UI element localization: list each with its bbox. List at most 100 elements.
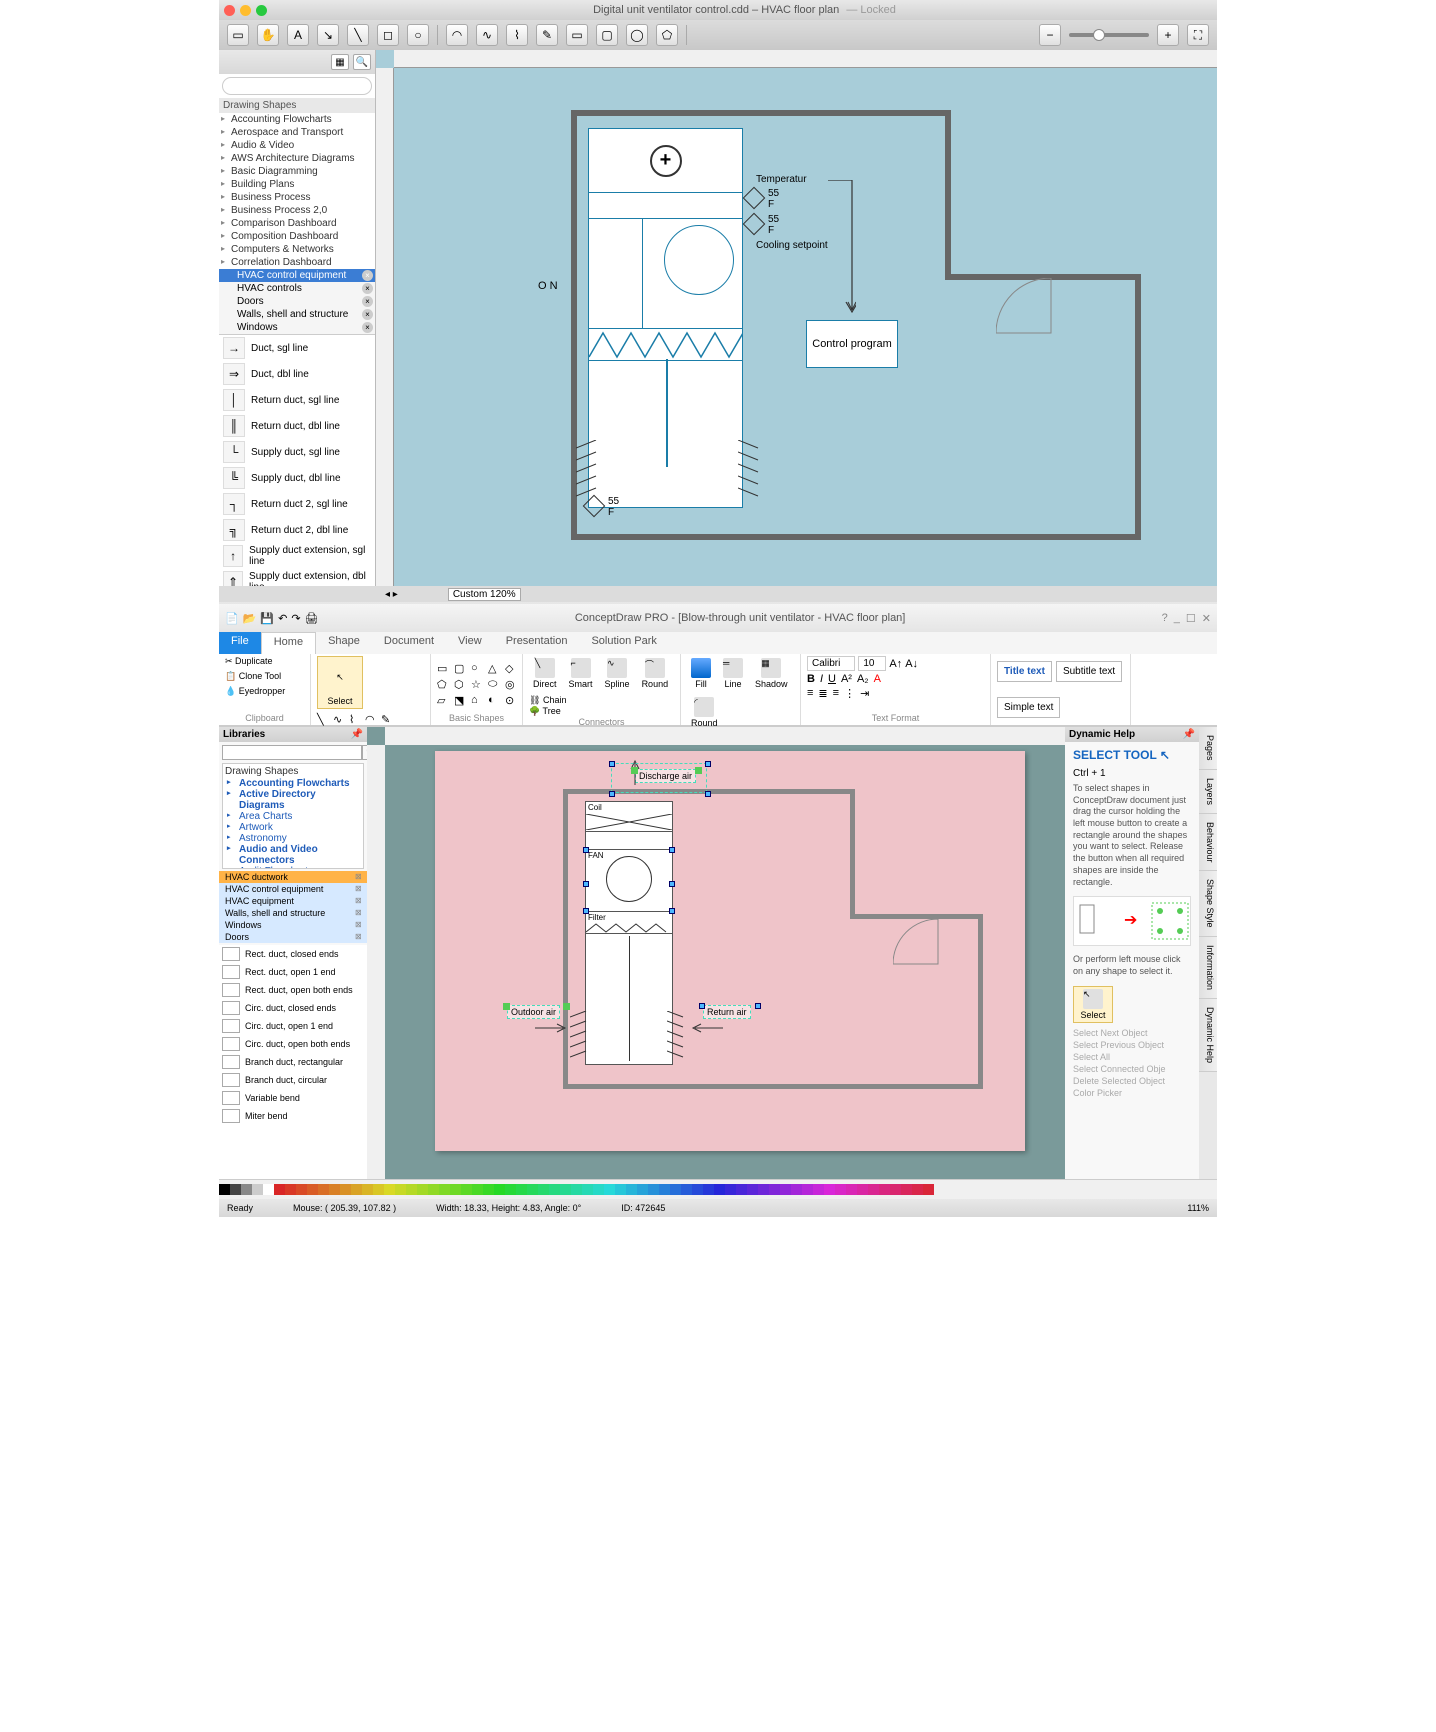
color-swatch[interactable]: [637, 1184, 648, 1195]
shape-item[interactable]: →Duct, sgl line: [219, 335, 375, 361]
maximize-icon[interactable]: ☐: [1186, 612, 1196, 625]
shape-icon[interactable]: ◐: [488, 694, 502, 707]
color-swatch[interactable]: [769, 1184, 780, 1195]
side-tab[interactable]: Dynamic Help: [1199, 999, 1217, 1072]
round-button[interactable]: ◜Round: [687, 695, 722, 730]
shape-item[interactable]: ↑Supply duct extension, sgl line: [219, 543, 375, 569]
shape-tool[interactable]: ◻: [377, 24, 399, 46]
grow-font-icon[interactable]: A↑: [889, 658, 902, 670]
tree-item[interactable]: Accounting Flowcharts: [225, 778, 361, 789]
help-menu-item[interactable]: Select Connected Obje: [1065, 1063, 1199, 1075]
align-center-button[interactable]: ≣: [818, 687, 827, 700]
search-tab[interactable]: 🔍: [353, 54, 371, 70]
color-swatch[interactable]: [439, 1184, 450, 1195]
drawing-canvas[interactable]: Coil FAN Filter: [367, 727, 1065, 1179]
open-icon[interactable]: 📂: [243, 612, 257, 625]
color-swatch[interactable]: [879, 1184, 890, 1195]
color-swatch[interactable]: [758, 1184, 769, 1195]
shape-item[interactable]: Branch duct, rectangular: [219, 1053, 367, 1071]
color-swatch[interactable]: [593, 1184, 604, 1195]
side-tab[interactable]: Pages: [1199, 727, 1217, 770]
category-item[interactable]: Basic Diagramming: [219, 165, 375, 178]
color-swatch[interactable]: [373, 1184, 384, 1195]
duplicate-button[interactable]: ✂ Duplicate: [225, 656, 273, 667]
color-swatch[interactable]: [461, 1184, 472, 1195]
ribbon-tab[interactable]: Document: [372, 632, 446, 654]
category-item[interactable]: Correlation Dashboard: [219, 256, 375, 269]
polyline-tool[interactable]: ⌇: [506, 24, 528, 46]
color-swatch[interactable]: [648, 1184, 659, 1195]
underline-button[interactable]: U: [828, 673, 836, 685]
color-swatch[interactable]: [296, 1184, 307, 1195]
color-swatch[interactable]: [318, 1184, 329, 1195]
close-icon[interactable]: ⊠: [355, 932, 365, 942]
tree-item[interactable]: Active Directory Diagrams: [225, 789, 361, 811]
help-menu-item[interactable]: Select Previous Object: [1065, 1039, 1199, 1051]
select-button[interactable]: ↖Select: [1073, 986, 1113, 1023]
font-size-combo[interactable]: 10: [858, 656, 886, 671]
color-swatch[interactable]: [824, 1184, 835, 1195]
clone-tool-button[interactable]: 📋 Clone Tool: [225, 671, 281, 682]
curve-tool[interactable]: ∿: [476, 24, 498, 46]
color-swatch[interactable]: [505, 1184, 516, 1195]
line-tool[interactable]: ╲: [347, 24, 369, 46]
tool-icon[interactable]: ⌇: [349, 713, 363, 726]
shape-icon[interactable]: ▱: [437, 694, 451, 707]
color-swatch[interactable]: [483, 1184, 494, 1195]
library-item[interactable]: Doors×: [219, 295, 375, 308]
color-swatch[interactable]: [923, 1184, 934, 1195]
return-air-label[interactable]: Return air: [703, 1005, 751, 1019]
shrink-font-icon[interactable]: A↓: [905, 658, 918, 670]
shape-item[interactable]: Branch duct, circular: [219, 1071, 367, 1089]
minimize-icon[interactable]: [240, 5, 251, 16]
help-menu-item[interactable]: Color Picker: [1065, 1087, 1199, 1099]
color-swatch[interactable]: [780, 1184, 791, 1195]
color-swatch[interactable]: [384, 1184, 395, 1195]
color-swatch[interactable]: [417, 1184, 428, 1195]
shape-item[interactable]: Circ. duct, open both ends: [219, 1035, 367, 1053]
color-swatch[interactable]: [307, 1184, 318, 1195]
close-icon[interactable]: ×: [362, 309, 373, 320]
color-swatch[interactable]: [846, 1184, 857, 1195]
polygon-tool[interactable]: ⬠: [656, 24, 678, 46]
color-swatch[interactable]: [714, 1184, 725, 1195]
color-swatch[interactable]: [494, 1184, 505, 1195]
ribbon-tab[interactable]: File: [219, 632, 261, 654]
shape-item[interactable]: Circ. duct, open 1 end: [219, 1017, 367, 1035]
shape-icon[interactable]: ○: [471, 662, 485, 675]
shape-item[interactable]: Variable bend: [219, 1089, 367, 1107]
shape-icon[interactable]: ⌂: [471, 694, 485, 707]
open-library-item[interactable]: HVAC equipment⊠: [219, 895, 367, 907]
close-icon[interactable]: ×: [362, 270, 373, 281]
chain-button[interactable]: ⛓ Chain: [529, 695, 566, 706]
shape-item[interactable]: ╚Supply duct, dbl line: [219, 465, 375, 491]
pin-icon[interactable]: 📌: [351, 729, 363, 740]
color-swatch[interactable]: [527, 1184, 538, 1195]
rounded-rect-tool[interactable]: ▢: [596, 24, 618, 46]
align-right-button[interactable]: ≡: [833, 687, 839, 700]
ellipse-tool[interactable]: ○: [407, 24, 429, 46]
help-menu-item[interactable]: Select Next Object: [1065, 1027, 1199, 1039]
color-swatch[interactable]: [252, 1184, 263, 1195]
shape-icon[interactable]: △: [488, 662, 502, 675]
side-tab[interactable]: Information: [1199, 937, 1217, 999]
side-tab[interactable]: Behaviour: [1199, 814, 1217, 872]
search-input[interactable]: [222, 77, 372, 95]
tool-icon[interactable]: ✎: [381, 713, 395, 726]
open-library-item[interactable]: HVAC control equipment⊠: [219, 883, 367, 895]
color-swatch[interactable]: [472, 1184, 483, 1195]
zoom-out-button[interactable]: −: [1039, 24, 1061, 46]
shape-item[interactable]: Rect. duct, closed ends: [219, 945, 367, 963]
close-icon[interactable]: ×: [362, 296, 373, 307]
help-menu-item[interactable]: Select All: [1065, 1051, 1199, 1063]
shape-icon[interactable]: ◎: [505, 678, 519, 691]
font-family-combo[interactable]: Calibri: [807, 656, 855, 671]
italic-button[interactable]: I: [820, 673, 823, 685]
color-swatch[interactable]: [857, 1184, 868, 1195]
color-swatch[interactable]: [219, 1184, 230, 1195]
undo-icon[interactable]: ↶: [278, 612, 287, 625]
tree-item[interactable]: Area Charts: [225, 811, 361, 822]
shape-item[interactable]: ╗Return duct 2, dbl line: [219, 517, 375, 543]
library-search-input[interactable]: [222, 745, 362, 760]
ribbon-tab[interactable]: Shape: [316, 632, 372, 654]
